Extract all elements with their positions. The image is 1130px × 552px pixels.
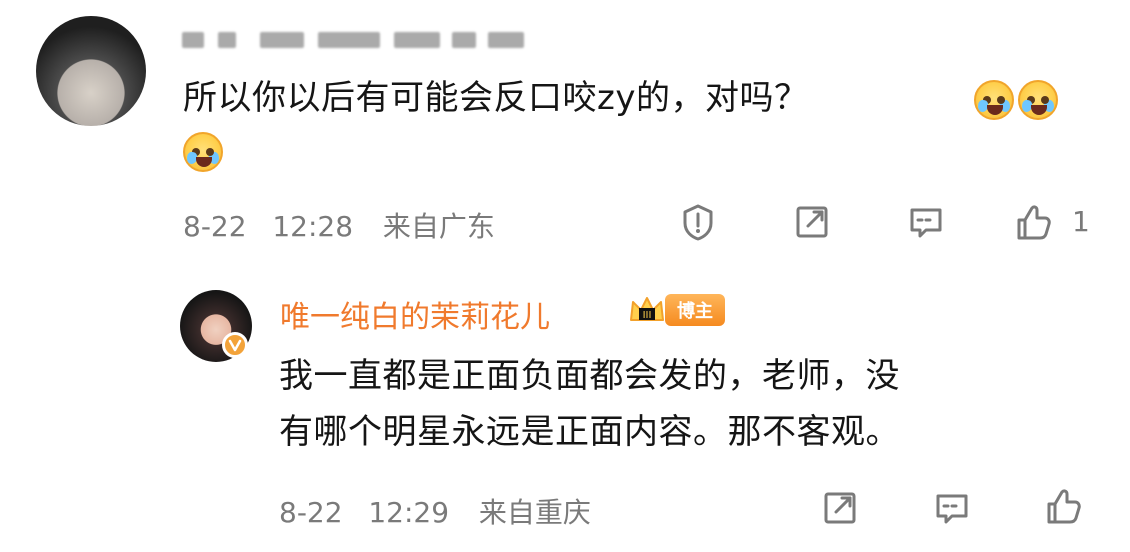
comment-date: 8-22 <box>183 210 247 243</box>
report-button[interactable] <box>676 200 720 244</box>
like-button[interactable] <box>1010 200 1054 244</box>
reply-meta: 8-22 12:29 来自重庆 <box>279 491 699 531</box>
share-icon <box>796 206 828 238</box>
crying-laughing-emoji-2 <box>1018 80 1058 120</box>
reply-author-name[interactable]: 唯一纯白的茉莉花儿 <box>280 292 630 335</box>
report-icon <box>683 204 713 241</box>
crying-laughing-emoji-3 <box>183 132 223 172</box>
svg-text:III: III <box>643 310 652 321</box>
crown-svg: III <box>630 297 664 321</box>
like-icon <box>1047 489 1081 524</box>
verified-badge <box>222 332 248 358</box>
reply-text-line2: 有哪个明星永远是正面内容。那不客观。 <box>279 412 900 452</box>
comment-meta: 8-22 12:28 来自广东 <box>183 205 663 245</box>
reply-text-line1: 我一直都是正面负面都会发的，老师，没 <box>279 356 900 396</box>
comment-text-line1: 所以你以后有可能会反口咬zy的，对吗？ <box>183 78 809 118</box>
author-badge: 博主 <box>665 294 725 326</box>
reply-time: 12:29 <box>368 496 450 529</box>
reply-button[interactable] <box>904 200 948 244</box>
reply-location: 来自重庆 <box>478 496 591 529</box>
share-icon <box>824 492 856 524</box>
comment-emojis <box>974 80 1094 126</box>
like-icon <box>1017 205 1051 240</box>
reply-share-button[interactable] <box>818 486 862 530</box>
comment-time: 12:28 <box>272 210 354 243</box>
reply-icon <box>910 208 942 238</box>
comment-location: 来自广东 <box>382 210 495 243</box>
share-button[interactable] <box>790 200 834 244</box>
crying-laughing-emoji-1 <box>974 80 1014 120</box>
crown-icon: III <box>625 290 669 328</box>
commenter-name-blurred <box>182 24 532 54</box>
reply-date: 8-22 <box>279 496 343 529</box>
reply-like-button[interactable] <box>1040 484 1084 528</box>
verified-icon <box>228 339 242 352</box>
reply-icon <box>936 494 968 524</box>
comment-text: 所以你以后有可能会反口咬zy的，对吗？ <box>183 70 963 126</box>
reply-text: 我一直都是正面负面都会发的，老师，没 有哪个明星永远是正面内容。那不客观。 <box>279 348 1099 460</box>
commenter-avatar[interactable] <box>36 16 146 126</box>
reply-reply-button[interactable] <box>930 486 974 530</box>
comment-emoji-line2 <box>183 128 243 174</box>
like-count: 1 <box>1072 205 1090 238</box>
